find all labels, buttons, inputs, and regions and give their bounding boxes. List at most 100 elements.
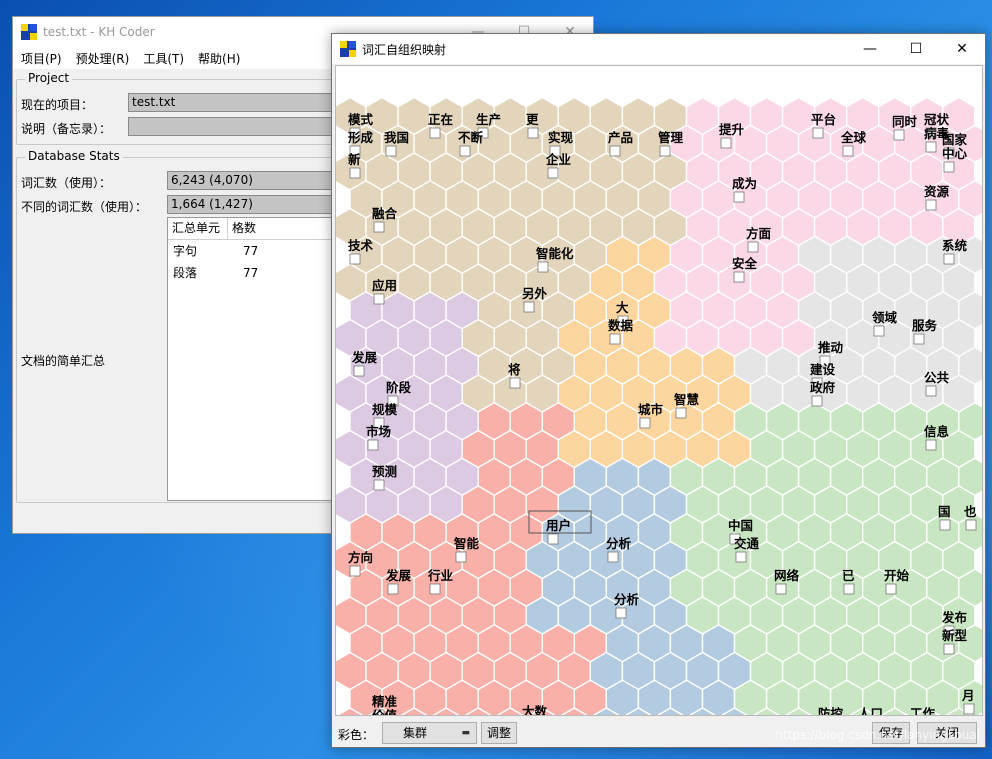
som-word-label[interactable]: 信息	[924, 424, 950, 439]
som-word-label[interactable]: 安全	[732, 256, 758, 271]
som-word-label[interactable]: 不断	[458, 130, 484, 145]
som-word-label[interactable]: 实现	[548, 130, 574, 145]
watermark-text: https://blog.csdn.net/lanyingsbuai	[775, 728, 980, 742]
som-word-label[interactable]: 智能	[453, 536, 480, 551]
som-node-marker	[925, 199, 937, 211]
som-node-marker	[812, 127, 824, 139]
som-word-label[interactable]: 预测	[372, 464, 397, 479]
som-minimize-button[interactable]: —	[847, 34, 893, 64]
som-word-label[interactable]: 管理	[658, 130, 684, 145]
som-word-label[interactable]: 月	[961, 688, 975, 703]
som-word-label[interactable]: 系统	[942, 238, 968, 253]
som-word-label[interactable]: 城市	[638, 402, 664, 417]
som-word-label[interactable]: 用户	[545, 518, 571, 533]
adjust-button[interactable]: 调整	[481, 722, 517, 744]
som-word-label[interactable]: 国	[938, 504, 951, 519]
som-word-label[interactable]: 分析	[606, 536, 632, 551]
som-node-marker	[720, 137, 732, 149]
som-word-label[interactable]: 价值	[372, 708, 398, 716]
distinct-words-label: 不同的词汇数（使用）：	[21, 200, 148, 214]
som-word-label[interactable]: 新	[348, 152, 361, 167]
kh-coder-app-icon	[21, 24, 37, 40]
som-word-label[interactable]: 应用	[372, 278, 397, 293]
som-close-button[interactable]: ✕	[939, 34, 985, 64]
som-word-label[interactable]: 交通	[734, 536, 760, 551]
som-word-label[interactable]: 作用	[636, 714, 661, 716]
som-word-label[interactable]: 形成	[348, 130, 374, 145]
som-word-label[interactable]: 成为	[732, 176, 757, 191]
column-header-unit[interactable]: 汇总单元	[168, 218, 228, 239]
som-word-label[interactable]: 也	[964, 504, 977, 519]
som-word-label[interactable]: 网络	[774, 568, 800, 583]
som-word-label[interactable]: 模式	[348, 112, 374, 127]
som-word-label[interactable]: 智慧	[673, 392, 700, 407]
som-word-label[interactable]: 正在	[428, 112, 453, 127]
som-word-label[interactable]: 融合	[372, 206, 398, 221]
som-word-label[interactable]: 企业	[545, 152, 572, 167]
som-word-label[interactable]: 资源	[924, 184, 950, 199]
som-word-label[interactable]: 国家	[942, 132, 968, 147]
som-word-label[interactable]: 更	[526, 112, 539, 127]
som-word-label[interactable]: 推动	[818, 340, 844, 355]
som-word-label[interactable]: 方向	[348, 550, 373, 565]
som-word-label[interactable]: 产品	[608, 130, 633, 145]
som-word-label[interactable]: 方面	[746, 226, 772, 241]
som-word-label[interactable]: 政府	[810, 380, 836, 395]
som-word-label[interactable]: 行业	[427, 568, 454, 583]
som-node-marker	[349, 565, 361, 577]
som-word-label[interactable]: 规模	[372, 402, 398, 417]
som-word-label[interactable]: 中国	[728, 518, 753, 533]
som-word-label[interactable]: 另外	[522, 286, 548, 301]
som-word-label[interactable]: 大	[616, 300, 629, 315]
som-word-label[interactable]: 全球	[840, 130, 867, 145]
som-word-label[interactable]: 阶段	[386, 380, 412, 395]
som-node-marker	[523, 301, 535, 313]
som-node-marker	[913, 333, 925, 345]
som-titlebar[interactable]: 词汇自组织映射 — ☐ ✕	[332, 34, 985, 64]
som-word-label[interactable]: 工作	[910, 706, 936, 716]
som-maximize-button[interactable]: ☐	[893, 34, 939, 64]
som-node-marker	[842, 145, 854, 157]
som-word-label[interactable]: 冠状	[924, 112, 950, 127]
words-label: 词汇数（使用）：	[21, 176, 112, 190]
som-word-label[interactable]: 我国	[384, 130, 409, 145]
som-word-label[interactable]: 建设	[810, 362, 836, 377]
som-word-label[interactable]: 中心	[942, 146, 968, 161]
som-word-label[interactable]: 已	[842, 568, 855, 583]
som-word-label[interactable]: 数据	[607, 318, 634, 333]
som-word-label[interactable]: 防控	[818, 706, 844, 716]
som-word-label[interactable]: 分析	[614, 592, 640, 607]
column-header-count[interactable]: 格数	[228, 218, 338, 239]
color-mode-select[interactable]: 集群 ▬	[382, 722, 477, 744]
som-node-marker	[925, 141, 937, 153]
som-word-label[interactable]: 技术	[348, 238, 374, 253]
som-word-label[interactable]: 发展	[385, 568, 412, 583]
som-word-label[interactable]: 生产	[476, 112, 501, 127]
som-word-label[interactable]: 服务	[912, 318, 938, 333]
menu-preprocess[interactable]: 预处理(R)	[76, 50, 130, 67]
som-node-marker	[925, 439, 937, 451]
som-word-label[interactable]: 新型	[942, 628, 968, 643]
color-label: 彩色：	[338, 728, 375, 742]
menu-help[interactable]: 帮助(H)	[198, 50, 240, 67]
menu-tools[interactable]: 工具(T)	[143, 50, 184, 67]
som-node-marker	[607, 551, 619, 563]
som-word-label[interactable]: 精准	[372, 694, 398, 709]
som-word-label[interactable]: 开始	[884, 568, 910, 583]
som-node-marker	[943, 161, 955, 173]
som-map-canvas[interactable]: 模式 正在 生产更形成 我国 不断 实现 产品 管理新企业 提升 平台 全球 同时 冠状 病毒 国家 中心 成为…	[335, 65, 983, 716]
som-word-label[interactable]: 智能化	[535, 246, 574, 261]
som-word-label[interactable]: 人口	[858, 706, 883, 716]
som-word-label[interactable]: 发展	[351, 350, 378, 365]
som-word-label[interactable]: 提升	[719, 122, 745, 137]
som-word-label[interactable]: 市场	[366, 424, 391, 439]
som-word-label[interactable]: 平台	[811, 112, 836, 127]
som-word-label[interactable]: 领域	[872, 310, 898, 325]
som-word-label[interactable]: 将	[508, 362, 521, 377]
som-word-label[interactable]: 同时	[892, 114, 918, 129]
som-word-label[interactable]: 发布	[941, 610, 968, 625]
som-word-label[interactable]: 公共	[924, 370, 950, 385]
menu-project[interactable]: 项目(P)	[21, 50, 62, 67]
project-group-title: Project	[25, 71, 73, 85]
som-word-label[interactable]: 大数	[522, 704, 548, 716]
